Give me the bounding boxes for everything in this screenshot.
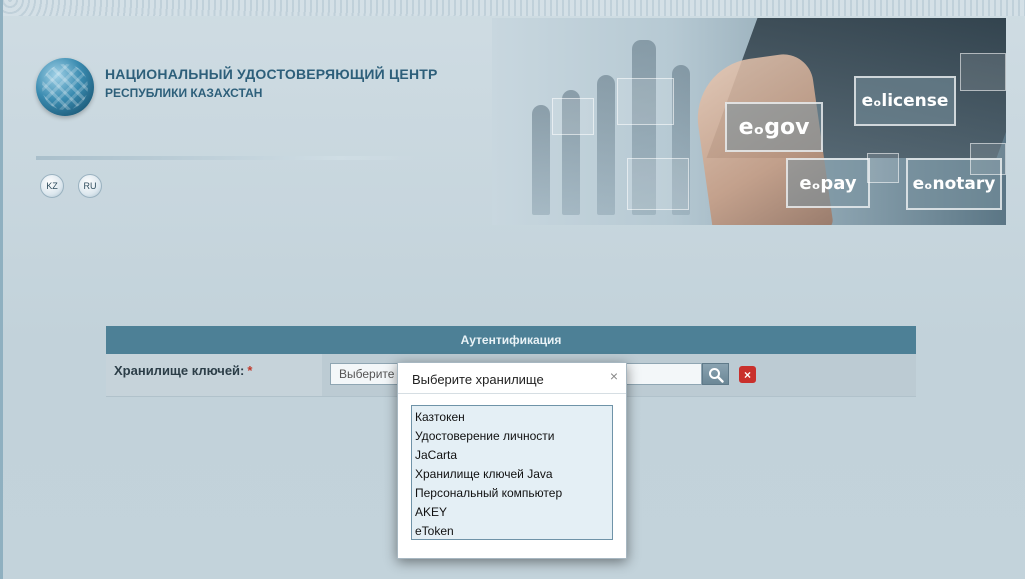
banner-frame	[960, 53, 1006, 91]
language-ru-button[interactable]: RU	[78, 174, 102, 198]
header-divider	[36, 156, 416, 160]
banner-tile-egov: eₒgov	[725, 102, 823, 152]
banner-frame	[970, 143, 1006, 175]
store-search-button[interactable]	[702, 363, 729, 385]
dialog-title: Выберите хранилище	[412, 372, 544, 387]
site-title: НАЦИОНАЛЬНЫЙ УДОСТОВЕРЯЮЩИЙ ЦЕНТР	[105, 66, 438, 82]
banner-frame	[867, 153, 899, 183]
left-edge	[0, 0, 3, 579]
required-mark: *	[247, 363, 253, 378]
banner-frame	[627, 158, 689, 210]
logo-globe-icon	[36, 58, 94, 116]
banner-frame	[552, 98, 594, 135]
store-label-text: Хранилище ключей:	[114, 363, 245, 378]
store-option-etoken[interactable]: eToken	[412, 522, 612, 541]
top-ornament	[0, 0, 1025, 16]
dialog-close-icon[interactable]: ×	[608, 369, 620, 383]
language-kz-button[interactable]: KZ	[40, 174, 64, 198]
select-store-dialog: Выберите хранилище × Казтокен Удостовере…	[397, 362, 627, 559]
dialog-divider	[398, 393, 626, 394]
banner-person	[597, 75, 615, 215]
banner-person	[532, 105, 550, 215]
banner-tile-elicense: eₒlicense	[854, 76, 956, 126]
banner-tile-epay: eₒpay	[786, 158, 870, 208]
store-option-java-keystore[interactable]: Хранилище ключей Java	[412, 465, 612, 484]
banner-frame	[617, 78, 674, 125]
store-option-id-card[interactable]: Удостоверение личности	[412, 427, 612, 446]
search-icon	[709, 368, 724, 383]
store-label: Хранилище ключей: *	[114, 363, 252, 378]
store-option-akey[interactable]: AKEY	[412, 503, 612, 522]
clear-store-button[interactable]: ×	[739, 366, 756, 383]
header-banner: eₒgov eₒlicense eₒpay eₒnotary	[492, 18, 1006, 225]
site-subtitle: РЕСПУБЛИКИ КАЗАХСТАН	[105, 86, 263, 100]
auth-panel-header: Аутентификация	[106, 326, 916, 354]
store-option-personal-computer[interactable]: Персональный компьютер	[412, 484, 612, 503]
store-option-jacarta[interactable]: JaCarta	[412, 446, 612, 465]
store-options-list[interactable]: Казтокен Удостоверение личности JaCarta …	[411, 405, 613, 540]
store-option-kaztoken[interactable]: Казтокен	[412, 408, 612, 427]
